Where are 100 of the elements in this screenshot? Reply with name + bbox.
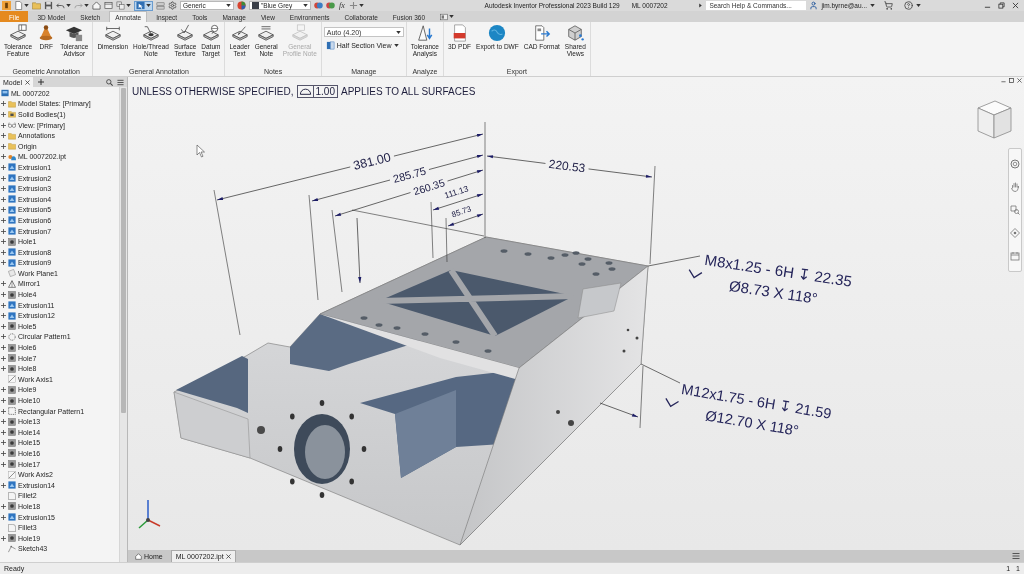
expand-icon[interactable]: [1, 366, 6, 372]
window-icon[interactable]: [104, 1, 113, 10]
undo-icon[interactable]: [56, 1, 65, 10]
note-text: UNLESS OTHERWISE SPECIFIED,: [132, 86, 294, 97]
hole-icon: [8, 343, 16, 352]
note-text: APPLIES TO ALL SURFACES: [341, 86, 476, 97]
hole-icon: [8, 396, 16, 405]
plus-icon[interactable]: [348, 1, 358, 10]
expand-icon[interactable]: [1, 514, 6, 520]
scrollbar-thumb[interactable]: [121, 88, 126, 413]
formula-button[interactable]: fx: [338, 1, 346, 10]
countersink-icon: [688, 269, 703, 279]
expand-icon[interactable]: [1, 408, 6, 414]
countersink-icon: [665, 397, 680, 408]
hole-icon: [8, 502, 16, 511]
extrusion-icon: [8, 163, 16, 172]
menu-icon[interactable]: [1012, 552, 1020, 560]
settings-icon[interactable]: [168, 1, 177, 10]
globe-icon: [488, 24, 507, 42]
expand-icon[interactable]: [1, 122, 6, 128]
help-icon[interactable]: [904, 1, 913, 10]
save-icon[interactable]: [44, 1, 53, 10]
panel-toggle-icon[interactable]: [440, 12, 449, 21]
expand-icon[interactable]: [1, 249, 6, 255]
mirror-icon: [8, 280, 16, 288]
expand-icon[interactable]: [1, 101, 6, 107]
select-tool-button[interactable]: [134, 0, 153, 11]
part-icon: [1, 89, 9, 98]
expand-icon[interactable]: [1, 503, 6, 509]
leader-line: [640, 363, 681, 384]
glasses-icon: [8, 121, 16, 130]
leader-line: [647, 255, 701, 267]
scrollbar[interactable]: [119, 87, 127, 562]
cart-icon[interactable]: [884, 1, 893, 10]
expand-icon[interactable]: [1, 398, 6, 403]
expand-icon[interactable]: [1, 482, 6, 488]
expand-icon[interactable]: [1, 302, 6, 308]
expand-icon[interactable]: [1, 186, 6, 192]
restore-icon[interactable]: [1009, 78, 1014, 83]
add-icon[interactable]: [38, 79, 45, 85]
expand-icon[interactable]: [1, 228, 6, 234]
expand-icon[interactable]: [1, 323, 6, 329]
extrusion-icon: [8, 216, 16, 225]
fillet-icon: [8, 523, 16, 532]
extension-line: [639, 365, 644, 429]
expand-icon[interactable]: [1, 154, 6, 160]
expand-icon[interactable]: [1, 196, 6, 202]
expand-icon[interactable]: [1, 281, 6, 287]
expand-icon[interactable]: [1, 429, 6, 435]
split-rectangle-icon: [325, 41, 335, 50]
minimize-icon[interactable]: [1001, 78, 1006, 83]
expand-icon[interactable]: [1, 207, 6, 213]
restore-icon[interactable]: [998, 2, 1005, 9]
expand-icon[interactable]: [1, 292, 6, 298]
expand-icon[interactable]: [1, 175, 6, 181]
caret-icon: [84, 4, 89, 7]
expand-icon[interactable]: [1, 217, 6, 223]
expand-icon[interactable]: [1, 143, 6, 149]
diamond-icon[interactable]: [1010, 227, 1020, 238]
expand-icon[interactable]: [1, 260, 6, 266]
caret-icon: [393, 44, 399, 47]
expand-icon[interactable]: [1, 535, 6, 541]
hole-icon: [8, 460, 16, 469]
overlapping-squares-icon[interactable]: [116, 1, 125, 10]
expand-icon[interactable]: [1, 239, 6, 245]
expand-icon[interactable]: [1, 440, 6, 446]
expand-icon[interactable]: [1, 451, 6, 456]
triangle-right-icon[interactable]: [698, 3, 704, 8]
color-wheel-icon[interactable]: [237, 1, 246, 10]
caret-icon: [916, 4, 921, 7]
close-icon[interactable]: [225, 554, 231, 559]
expand-icon[interactable]: [1, 345, 6, 351]
dimension-value: 220.53: [547, 156, 587, 176]
expand-icon[interactable]: [1, 334, 6, 340]
close-icon[interactable]: [1012, 2, 1019, 9]
steering-wheel-icon[interactable]: [1010, 159, 1020, 170]
search-icon[interactable]: [106, 78, 113, 86]
expand-icon[interactable]: [1, 313, 6, 319]
expand-icon[interactable]: [1, 419, 6, 425]
close-icon[interactable]: [1017, 78, 1022, 83]
menu-icon[interactable]: [117, 78, 124, 86]
caret-icon: [358, 4, 364, 7]
caret-icon: [303, 4, 308, 7]
expand-icon[interactable]: [1, 133, 6, 139]
caret-icon: [449, 15, 455, 18]
expand-icon[interactable]: [1, 461, 6, 467]
expand-icon[interactable]: [1, 112, 6, 117]
hand-icon[interactable]: [1010, 182, 1020, 193]
caret-icon: [126, 4, 131, 7]
close-icon[interactable]: [25, 79, 31, 85]
caret-icon: [66, 4, 71, 7]
expand-icon[interactable]: [1, 355, 6, 361]
expand-icon[interactable]: [1, 164, 6, 170]
sketch-icon: [8, 544, 16, 553]
zoom-icon[interactable]: [1010, 205, 1020, 215]
hole-icon: [8, 290, 16, 299]
plate-outline-icon: [290, 24, 309, 42]
app-logo-icon[interactable]: [2, 1, 11, 10]
expand-icon[interactable]: [1, 387, 6, 393]
work-axis-icon: [8, 470, 16, 479]
